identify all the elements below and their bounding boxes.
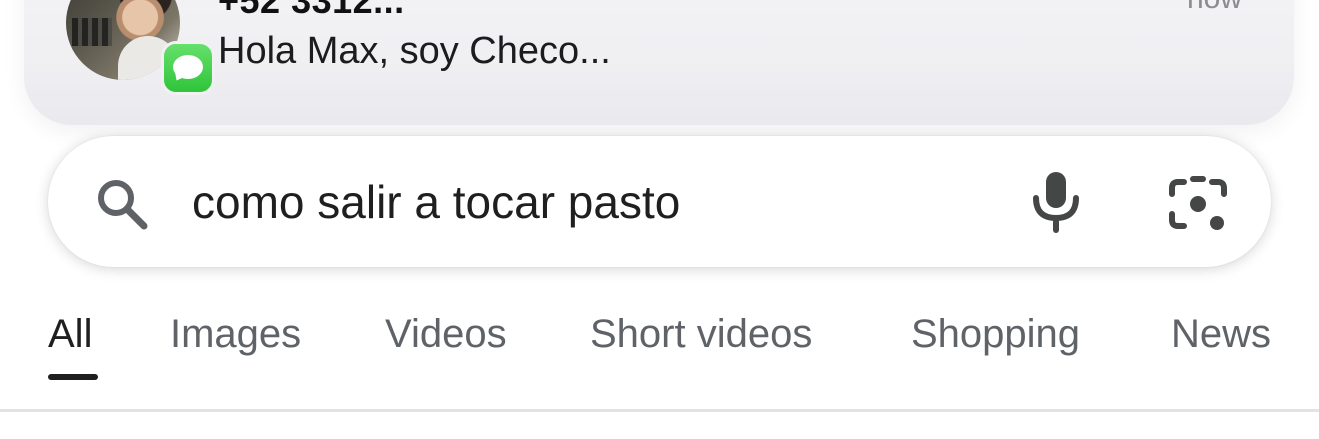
search-bar[interactable]: como salir a tocar pasto bbox=[48, 136, 1271, 267]
messages-icon bbox=[164, 44, 212, 92]
tab-videos[interactable]: Videos bbox=[385, 312, 507, 357]
active-tab-indicator bbox=[48, 374, 98, 380]
tab-shopping[interactable]: Shopping bbox=[911, 312, 1080, 357]
notification-time: now bbox=[1187, 0, 1242, 16]
search-tabs: All Images Videos Short videos Shopping … bbox=[0, 312, 1319, 392]
lens-camera-icon[interactable] bbox=[1168, 174, 1228, 234]
tabs-divider bbox=[0, 409, 1319, 412]
message-notification[interactable]: +52 3312... now Hola Max, soy Checo... bbox=[24, 0, 1294, 125]
tab-all[interactable]: All bbox=[48, 312, 92, 357]
search-icon[interactable] bbox=[92, 174, 152, 234]
notification-sender: +52 3312... bbox=[218, 0, 405, 21]
notification-preview: Hola Max, soy Checo... bbox=[218, 30, 611, 72]
avatar-background bbox=[72, 18, 112, 46]
tab-news[interactable]: News bbox=[1171, 312, 1271, 357]
microphone-icon[interactable] bbox=[1028, 170, 1084, 234]
search-input[interactable]: como salir a tocar pasto bbox=[192, 175, 680, 229]
tab-short-videos[interactable]: Short videos bbox=[590, 312, 812, 357]
tab-images[interactable]: Images bbox=[170, 312, 301, 357]
avatar bbox=[66, 0, 180, 80]
